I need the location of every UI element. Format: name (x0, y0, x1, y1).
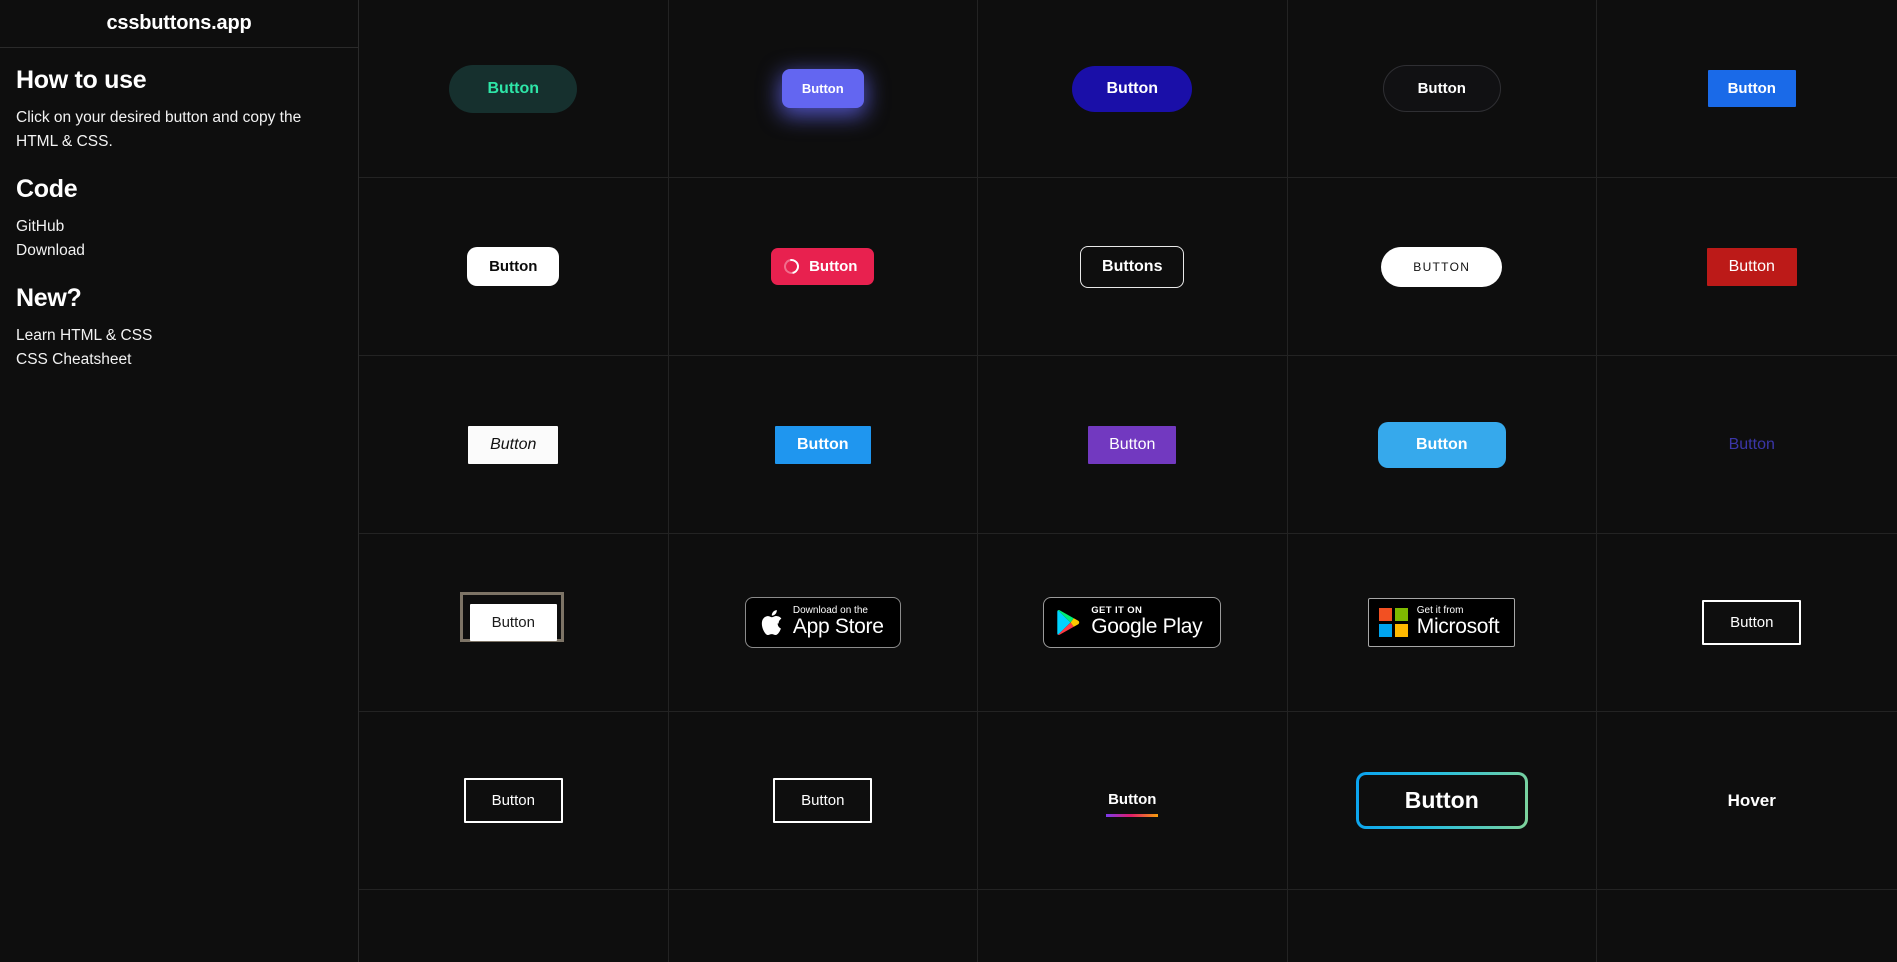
microsoft-tile-red (1379, 608, 1393, 622)
google-play-badge[interactable]: GET IT ON Google Play (1043, 597, 1222, 648)
brand-logo[interactable]: cssbuttons.app (107, 12, 252, 35)
button-crimson-loading[interactable]: Button (771, 248, 875, 285)
button-outline-rect[interactable]: Button (463, 778, 563, 823)
button-cell[interactable]: Button (1597, 178, 1897, 356)
how-to-use-text: Click on your desired button and copy th… (16, 109, 302, 150)
button-gallery: Button Button Button Button Button Butto… (359, 0, 1897, 962)
button-cell[interactable] (978, 890, 1288, 962)
button-offset-outline-wrapper[interactable]: Button (459, 592, 564, 642)
button-cell[interactable] (1288, 890, 1597, 962)
button-cell[interactable]: Button (668, 712, 978, 890)
sidebar-link-css-cheatsheet[interactable]: CSS Cheatsheet (16, 348, 342, 372)
app-store-badge-main-text: App Store (792, 615, 884, 639)
button-ghost-pill[interactable]: Button (1382, 65, 1501, 112)
apple-icon (761, 609, 782, 636)
sidebar-link-learn-html-css[interactable]: Learn HTML & CSS (16, 324, 342, 348)
google-play-badge-main-text: Google Play (1091, 615, 1203, 639)
button-white-rounded[interactable]: Button (467, 247, 560, 286)
button-hover-text[interactable]: Hover (1722, 785, 1782, 817)
button-cell[interactable]: Button (978, 712, 1288, 890)
sidebar-link-download[interactable]: Download (16, 239, 342, 263)
button-navy-pill[interactable]: Button (1072, 65, 1193, 112)
button-cell[interactable]: Button (978, 356, 1288, 534)
button-grid: Button Button Button Button Button Butto… (359, 0, 1897, 962)
button-cell[interactable]: Button (668, 356, 978, 534)
button-text-indigo[interactable]: Button (1723, 432, 1781, 458)
sidebar-header: cssbuttons.app (0, 0, 358, 48)
sidebar: cssbuttons.app How to use Click on your … (0, 0, 359, 962)
button-white-pill-caps[interactable]: BUTTON (1381, 246, 1503, 287)
button-cell[interactable]: Button (668, 178, 978, 356)
button-gradient-border[interactable]: Button (1356, 772, 1528, 829)
button-teal-pill[interactable]: Button (449, 64, 578, 113)
sidebar-body: How to use Click on your desired button … (0, 48, 358, 371)
button-sky-rounded[interactable]: Button (1377, 421, 1506, 468)
microsoft-store-badge[interactable]: Get it from Microsoft (1368, 597, 1516, 648)
button-cell[interactable]: Button (359, 0, 669, 178)
button-cell[interactable]: Button (359, 356, 669, 534)
app-root: cssbuttons.app How to use Click on your … (0, 0, 1897, 962)
microsoft-tile-blue (1379, 623, 1393, 637)
button-cell[interactable]: Button (1597, 890, 1897, 962)
button-cell[interactable]: Button (1287, 356, 1597, 534)
button-cell[interactable]: Button (1597, 534, 1897, 712)
button-glow-purple[interactable]: Button (781, 69, 864, 108)
button-outline-rect[interactable]: Button (1702, 600, 1802, 645)
button-offset-outline[interactable]: Button (469, 604, 557, 641)
badge-text-group: Get it from Microsoft (1416, 605, 1500, 639)
microsoft-badge-main-text: Microsoft (1416, 615, 1500, 639)
button-cell[interactable]: Buttons (978, 178, 1288, 356)
microsoft-tile-yellow (1394, 623, 1408, 637)
button-cell[interactable]: Hover (1597, 712, 1897, 890)
sidebar-link-github[interactable]: GitHub (16, 215, 342, 239)
button-cell[interactable]: Download on the App Store (668, 534, 978, 712)
button-cell[interactable]: Button (1597, 0, 1897, 178)
button-label: Button (809, 258, 858, 275)
microsoft-icon (1379, 608, 1408, 637)
button-cell[interactable]: Button (1287, 712, 1597, 890)
button-cell[interactable]: Button (668, 0, 978, 178)
button-cell[interactable]: Button (359, 712, 669, 890)
button-cell[interactable]: BUTTON (1287, 178, 1597, 356)
badge-text-group: Download on the App Store (792, 605, 884, 639)
button-cell[interactable]: Button (978, 0, 1288, 178)
app-store-badge[interactable]: Download on the App Store (744, 596, 901, 649)
button-gradient-underline[interactable]: Button (1106, 785, 1159, 817)
button-flat-red[interactable]: Button (1706, 247, 1797, 286)
button-outline-rounded[interactable]: Buttons (1080, 245, 1185, 288)
button-cell[interactable]: Get it from Microsoft (1287, 534, 1597, 712)
button-flat-violet[interactable]: Button (1088, 425, 1177, 464)
section-heading-how-to-use: How to use (16, 66, 147, 94)
button-cell[interactable]: Button (359, 890, 669, 962)
google-play-icon (1057, 609, 1080, 636)
spinner-icon (781, 256, 803, 277)
button-cell[interactable]: Button (359, 178, 669, 356)
button-outline-rect[interactable]: Button (773, 778, 873, 823)
button-cell[interactable]: Button (359, 534, 669, 712)
microsoft-tile-green (1394, 608, 1408, 622)
button-cell[interactable]: Button (1287, 0, 1597, 178)
section-heading-new: New? (16, 284, 82, 313)
button-flat-blue[interactable]: Button (1707, 70, 1796, 107)
button-white-italic[interactable]: Button (468, 425, 559, 464)
button-cell[interactable]: Button (669, 890, 978, 962)
button-cell[interactable]: Button (1597, 356, 1897, 534)
section-heading-code: Code (16, 175, 78, 204)
badge-text-group: GET IT ON Google Play (1091, 606, 1202, 639)
button-flat-azure[interactable]: Button (774, 425, 871, 464)
button-cell[interactable]: GET IT ON Google Play (978, 534, 1288, 712)
